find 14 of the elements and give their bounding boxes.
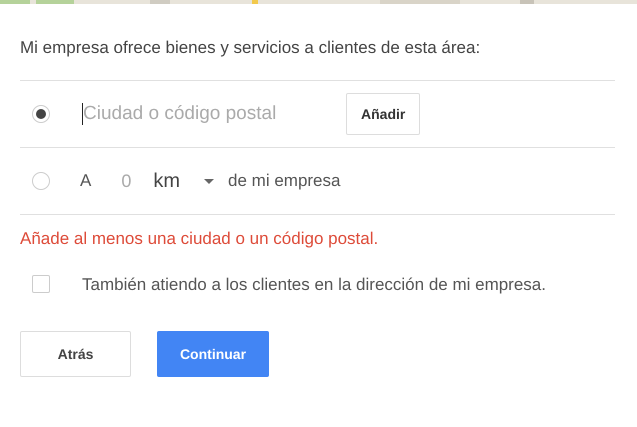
- continue-button[interactable]: Continuar: [157, 331, 269, 377]
- add-button[interactable]: Añadir: [346, 93, 420, 135]
- error-message: Añade al menos una ciudad o un código postal.: [20, 229, 380, 249]
- checkbox-label: También atiendo a los clientes en la dirección de mi empresa.: [82, 274, 547, 296]
- checkbox[interactable]: [32, 275, 50, 293]
- radio-button[interactable]: [32, 172, 50, 190]
- dropdown-arrow-icon[interactable]: [204, 178, 214, 184]
- city-field[interactable]: Ciudad o código postal: [80, 99, 340, 129]
- suffix-label: de mi empresa: [228, 171, 340, 191]
- unit-dropdown[interactable]: km: [153, 170, 180, 192]
- prefix-label: A: [80, 171, 92, 191]
- section-heading: Mi empresa ofrece bienes y servicios a clientes de esta área:: [20, 38, 482, 58]
- back-button[interactable]: Atrás: [20, 331, 131, 377]
- radio-button[interactable]: [32, 105, 50, 123]
